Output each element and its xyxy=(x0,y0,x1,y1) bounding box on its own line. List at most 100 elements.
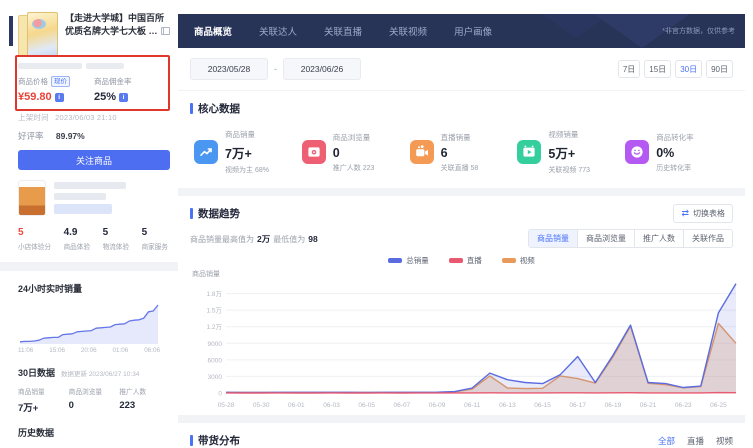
score-label: 商品体验 xyxy=(64,241,90,251)
score-小店体验分: 5小店体验分 xyxy=(18,227,51,251)
preset-90日[interactable]: 90日 xyxy=(706,60,733,78)
shop-info xyxy=(54,180,126,214)
dist-tab-视频[interactable]: 视频 xyxy=(716,435,733,447)
listed-time-label: 上架时间 xyxy=(18,113,49,122)
chart-legend: 总销量 直播 视频 xyxy=(190,255,733,266)
section-divider xyxy=(0,262,188,271)
realtime-xlabel: 15:06 xyxy=(49,347,65,354)
trend-tab-商品浏览量[interactable]: 商品浏览量 xyxy=(577,230,634,247)
tab-关联直播[interactable]: 关联直播 xyxy=(324,24,362,38)
switch-table-button[interactable]: ⇄ 切换表格 xyxy=(673,204,733,223)
score-label: 商家服务 xyxy=(142,241,168,251)
score-label: 小店体验分 xyxy=(18,241,51,251)
preset-7日[interactable]: 7日 xyxy=(618,60,640,78)
price-value: ¥59.80 xyxy=(18,91,52,103)
tab-商品概览[interactable]: 商品概览 xyxy=(194,24,232,38)
date-separator: - xyxy=(274,64,277,74)
stat-value: 0 xyxy=(69,400,120,411)
current-price-chip: 现价 xyxy=(51,76,70,87)
distribution-section: 带货分布 全部直播视频 xyxy=(178,423,745,448)
rating-row: 好评率 89.97% xyxy=(18,130,170,142)
date-presets: 7日15日30日90日 xyxy=(618,60,733,78)
preset-30日[interactable]: 30日 xyxy=(675,60,702,78)
metric-sub: 历史转化率 xyxy=(656,163,694,173)
d30-title: 30日数据 xyxy=(18,366,55,379)
metric-商品浏览量: 商品浏览量0推广人数 223 xyxy=(302,129,410,175)
commission-value: 25% xyxy=(94,91,116,103)
shop-image xyxy=(18,180,46,216)
info-badge-icon[interactable]: i xyxy=(55,93,64,102)
trend-tab-关联作品[interactable]: 关联作品 xyxy=(683,230,732,247)
legend-总销量[interactable]: 总销量 xyxy=(388,255,429,266)
product-image xyxy=(18,12,58,58)
date-range-row: 2023/05/28 - 2023/06/26 7日15日30日90日 xyxy=(178,48,745,91)
redacted-text xyxy=(54,182,126,189)
svg-text:06-13: 06-13 xyxy=(499,402,516,409)
redacted-badge xyxy=(54,204,112,214)
navbar-tabs: 商品概览 关联达人 关联直播 关联视频 用户画像 xyxy=(178,24,492,38)
tab-关联达人[interactable]: 关联达人 xyxy=(259,24,297,38)
accent-bar xyxy=(190,208,193,219)
commission-label-row: 商品佣金率 xyxy=(94,76,170,87)
follow-product-button[interactable]: 关注商品 xyxy=(18,150,170,170)
metric-商品销量: 商品销量7万+视频为主 68% xyxy=(194,129,302,175)
metric-text: 视频销量5万+关联视频 773 xyxy=(548,129,590,175)
metric-商品转化率: 商品转化率 0% 历史转化率 xyxy=(625,129,733,175)
preset-15日[interactable]: 15日 xyxy=(644,60,671,78)
stat-推广人数: 推广人数223 xyxy=(119,386,170,414)
tab-用户画像[interactable]: 用户画像 xyxy=(454,24,492,38)
d30-stats: 商品销量7万+商品浏览量0推广人数223 xyxy=(18,386,170,414)
score-value: 4.9 xyxy=(64,227,90,238)
svg-text:05-28: 05-28 xyxy=(218,402,235,409)
tab-关联视频[interactable]: 关联视频 xyxy=(389,24,427,38)
distribution-tabs: 全部直播视频 xyxy=(658,435,733,447)
smile-icon xyxy=(625,140,649,164)
date-end-input[interactable]: 2023/06/26 xyxy=(283,58,361,80)
metric-label: 商品销量 xyxy=(225,129,269,140)
section-divider xyxy=(178,188,745,196)
realtime-sales-chart xyxy=(18,300,160,346)
top-navbar: 商品概览 关联达人 关联直播 关联视频 用户画像 *非官方数据，仅供参考 xyxy=(178,14,745,48)
redacted-text xyxy=(54,193,106,200)
disclaimer-text: *非官方数据，仅供参考 xyxy=(662,26,735,36)
metric-value: 6 xyxy=(441,146,479,160)
stat-value: 7万+ xyxy=(18,400,69,414)
svg-text:06-09: 06-09 xyxy=(429,402,446,409)
accent-bar xyxy=(190,103,193,114)
metric-text: 商品销量7万+视频为主 68% xyxy=(225,129,269,175)
svg-text:06-11: 06-11 xyxy=(464,402,481,409)
metric-label: 商品转化率 xyxy=(656,132,694,143)
product-title: 【走进大学城】中国百所优质名牌大学七大板 … xyxy=(65,13,164,36)
metric-sub: 推广人数 223 xyxy=(333,163,375,173)
copy-icon[interactable] xyxy=(161,27,168,35)
svg-text:06-01: 06-01 xyxy=(288,402,305,409)
data-trend-section: 数据趋势 ⇄ 切换表格 商品销量最高值为2万最低值为98 商品销量商品浏览量推广… xyxy=(178,196,745,415)
metric-text: 直播销量6关联直播 58 xyxy=(441,132,479,173)
dist-tab-直播[interactable]: 直播 xyxy=(687,435,704,447)
swap-arrows-icon: ⇄ xyxy=(681,209,689,218)
price-label: 商品价格 xyxy=(18,76,48,87)
dist-tab-全部[interactable]: 全部 xyxy=(658,435,675,447)
svg-text:05-30: 05-30 xyxy=(253,402,270,409)
info-badge-icon[interactable]: i xyxy=(119,93,128,102)
listed-time-value: 2023/06/03 21:10 xyxy=(55,113,117,122)
score-商品体验: 4.9 商品体验 xyxy=(64,227,90,251)
decorative-strip xyxy=(9,16,13,46)
commission-label: 商品佣金率 xyxy=(94,76,132,87)
legend-视频[interactable]: 视频 xyxy=(502,255,535,266)
trend-tab-推广人数[interactable]: 推广人数 xyxy=(634,230,683,247)
listed-time-row: 上架时间 2023/06/03 21:10 xyxy=(18,112,170,123)
date-start-input[interactable]: 2023/05/28 xyxy=(190,58,268,80)
stat-商品销量: 商品销量7万+ xyxy=(18,386,69,414)
commission-column: 商品佣金率 25% i xyxy=(94,76,170,103)
stat-商品浏览量: 商品浏览量0 xyxy=(69,386,120,414)
realtime-xlabel: 01:06 xyxy=(113,347,129,354)
legend-直播[interactable]: 直播 xyxy=(449,255,482,266)
trend-tab-商品销量[interactable]: 商品销量 xyxy=(529,230,577,247)
history-title: 历史数据 xyxy=(18,426,170,439)
metric-text: 商品转化率 0% 历史转化率 xyxy=(656,132,694,173)
main-panel: 商品概览 关联达人 关联直播 关联视频 用户画像 *非官方数据，仅供参考 2023/05… xyxy=(178,14,745,448)
summary-mid: 最低值为 xyxy=(273,235,305,244)
metric-value: 0% xyxy=(656,146,694,160)
rating-label: 好评率 xyxy=(18,131,44,141)
